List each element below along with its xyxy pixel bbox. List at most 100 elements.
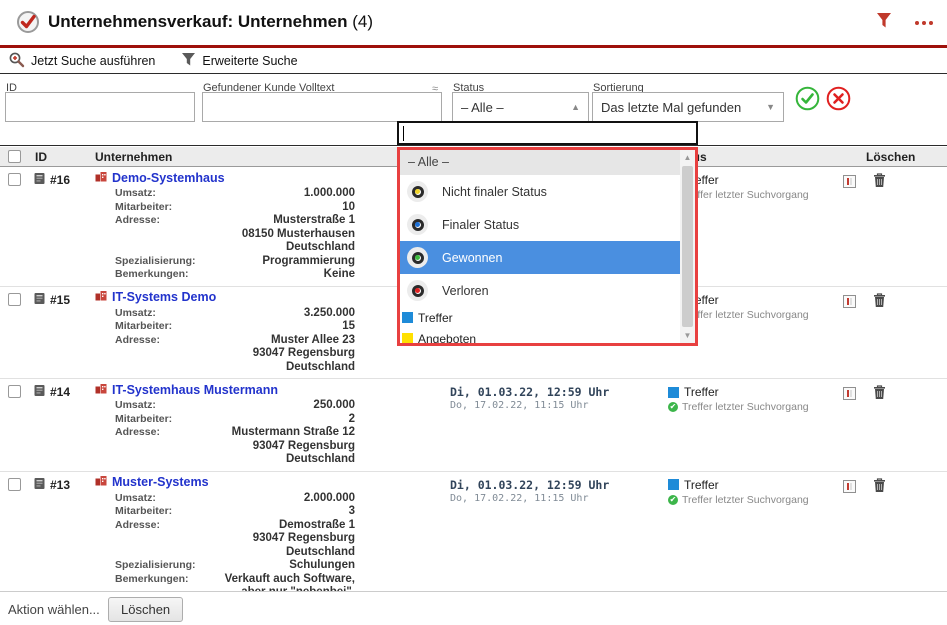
confirm-search-button[interactable]	[795, 86, 820, 116]
dropdown-option-label: Nicht finaler Status	[442, 185, 547, 199]
detail-line: Deutschland	[115, 361, 385, 375]
trash-icon[interactable]	[873, 173, 886, 193]
detail-label	[115, 453, 215, 467]
detail-line: Spezialisierung:Schulungen	[115, 559, 385, 573]
scroll-up-icon[interactable]: ▲	[680, 150, 695, 165]
row-checkbox[interactable]	[8, 293, 21, 306]
open-record-icon[interactable]	[843, 175, 856, 193]
previous-date: Do, 17.02.22, 11:15 Uhr	[450, 399, 609, 412]
detail-label	[115, 532, 215, 546]
company-name-line: Demo-Systemhaus	[95, 170, 385, 185]
dropdown-option[interactable]: Angeboten	[400, 328, 680, 346]
record-count: (4)	[352, 12, 373, 31]
row-checkbox[interactable]	[8, 173, 21, 186]
detail-value: Deutschland	[215, 241, 355, 255]
detail-line: Bemerkungen:Verkauft auch Software,	[115, 573, 385, 587]
detail-label: Adresse:	[115, 214, 215, 228]
company-type-icon	[95, 473, 107, 491]
detail-label	[115, 546, 215, 560]
dropdown-option[interactable]: Finaler Status	[400, 208, 680, 241]
select-all-checkbox[interactable]	[8, 150, 21, 163]
more-options-icon[interactable]	[915, 21, 933, 25]
open-record-icon[interactable]	[843, 480, 856, 498]
delete-button[interactable]: Löschen	[108, 597, 183, 622]
company-details: Umsatz:3.250.000Mitarbeiter:15Adresse:Mu…	[115, 307, 385, 375]
scroll-down-icon[interactable]: ▼	[680, 328, 695, 343]
detail-line: Mitarbeiter:10	[115, 201, 385, 215]
dropdown-scrollbar[interactable]: ▲ ▼	[680, 150, 695, 343]
detail-value: 93047 Regensburg	[215, 532, 355, 546]
company-type-icon	[95, 288, 107, 306]
company-link[interactable]: Muster-Systems	[112, 475, 209, 489]
company-cell: Muster-Systems Umsatz:2.000.000Mitarbeite…	[95, 475, 385, 600]
detail-line: 08150 Musterhausen	[115, 228, 385, 242]
company-link[interactable]: Demo-Systemhaus	[112, 171, 225, 185]
header: Unternehmensverkauf: Unternehmen (4)	[0, 0, 947, 45]
dropdown-option-label: Treffer	[418, 311, 453, 325]
row-checkbox[interactable]	[8, 385, 21, 398]
row-id-cell: #16	[34, 172, 70, 188]
status-text: Treffer	[684, 385, 719, 399]
detail-line: Umsatz:2.000.000	[115, 492, 385, 506]
company-type-icon	[95, 381, 107, 399]
company-record-icon	[34, 172, 45, 188]
table-row: #14IT-Systemhaus MustermannUmsatz:250.00…	[0, 379, 947, 472]
dropdown-option-label: Angeboten	[418, 332, 476, 346]
open-record-icon[interactable]	[843, 387, 856, 405]
detail-value: Deutschland	[215, 453, 355, 467]
status-filter-combobox[interactable]: – Alle – ▲	[452, 92, 589, 122]
chevron-up-icon: ▲	[571, 102, 580, 112]
detail-value: Verkauft auch Software,	[215, 573, 355, 587]
status-radio-icon	[407, 247, 428, 268]
dropdown-option[interactable]: Nicht finaler Status	[400, 175, 680, 208]
row-checkbox[interactable]	[8, 478, 21, 491]
detail-label: Mitarbeiter:	[115, 201, 215, 215]
advanced-search-button[interactable]: Erweiterte Suche	[181, 52, 297, 70]
detail-value: Schulungen	[215, 559, 355, 573]
trash-icon[interactable]	[873, 385, 886, 405]
scrollbar-thumb[interactable]	[682, 166, 693, 327]
detail-label: Umsatz:	[115, 399, 215, 413]
status-text: Treffer	[684, 478, 719, 492]
radio-ring	[412, 252, 424, 264]
radio-dot	[415, 288, 420, 293]
trash-icon[interactable]	[873, 293, 886, 313]
row-id-cell: #14	[34, 384, 70, 400]
status-dropdown: – Alle – Nicht finaler Status Finaler Stat…	[397, 121, 698, 346]
detail-label: Umsatz:	[115, 187, 215, 201]
detail-value: 3.250.000	[215, 307, 355, 321]
detail-value: Deutschland	[215, 361, 355, 375]
detail-label	[115, 361, 215, 375]
advanced-search-label: Erweiterte Suche	[202, 54, 297, 68]
dropdown-option-all[interactable]: – Alle –	[400, 150, 680, 175]
company-details: Umsatz:2.000.000Mitarbeiter:3Adresse:Dem…	[115, 492, 385, 600]
cancel-search-button[interactable]	[826, 86, 851, 116]
check-circle-icon: ✔	[668, 402, 678, 412]
table-row: #13Muster-SystemsUmsatz:2.000.000Mitarbe…	[0, 472, 947, 605]
detail-label: Mitarbeiter:	[115, 413, 215, 427]
filter-icon[interactable]	[875, 12, 893, 34]
detail-value: Demostraße 1	[215, 519, 355, 533]
status-subline: ✔Treffer letzter Suchvorgang	[668, 400, 809, 414]
company-link[interactable]: IT-Systemhaus Mustermann	[112, 383, 278, 397]
detail-value: Muster Allee 23	[215, 334, 355, 348]
id-filter-input[interactable]	[5, 92, 195, 122]
run-search-button[interactable]: Jetzt Suche ausführen	[8, 51, 155, 71]
detail-label	[115, 440, 215, 454]
detail-label	[115, 347, 215, 361]
sort-filter-combobox[interactable]: Das letzte Mal gefunden ▼	[592, 92, 784, 122]
dropdown-search-input[interactable]	[397, 121, 698, 145]
status-filter-value: – Alle –	[461, 100, 504, 115]
column-header-delete: Löschen	[866, 150, 915, 164]
open-record-icon[interactable]	[843, 295, 856, 313]
detail-label: Mitarbeiter:	[115, 505, 215, 519]
company-name-line: IT-Systemhaus Mustermann	[95, 382, 385, 397]
dropdown-option[interactable]: Verloren	[400, 274, 680, 307]
dropdown-option[interactable]: Gewonnen	[400, 241, 680, 274]
company-link[interactable]: IT-Systems Demo	[112, 290, 216, 304]
status-square-icon	[402, 312, 413, 323]
fulltext-filter-input[interactable]	[202, 92, 442, 122]
trash-icon[interactable]	[873, 478, 886, 498]
action-select[interactable]: Aktion wählen...	[8, 602, 100, 617]
dropdown-option[interactable]: Treffer	[400, 307, 680, 328]
